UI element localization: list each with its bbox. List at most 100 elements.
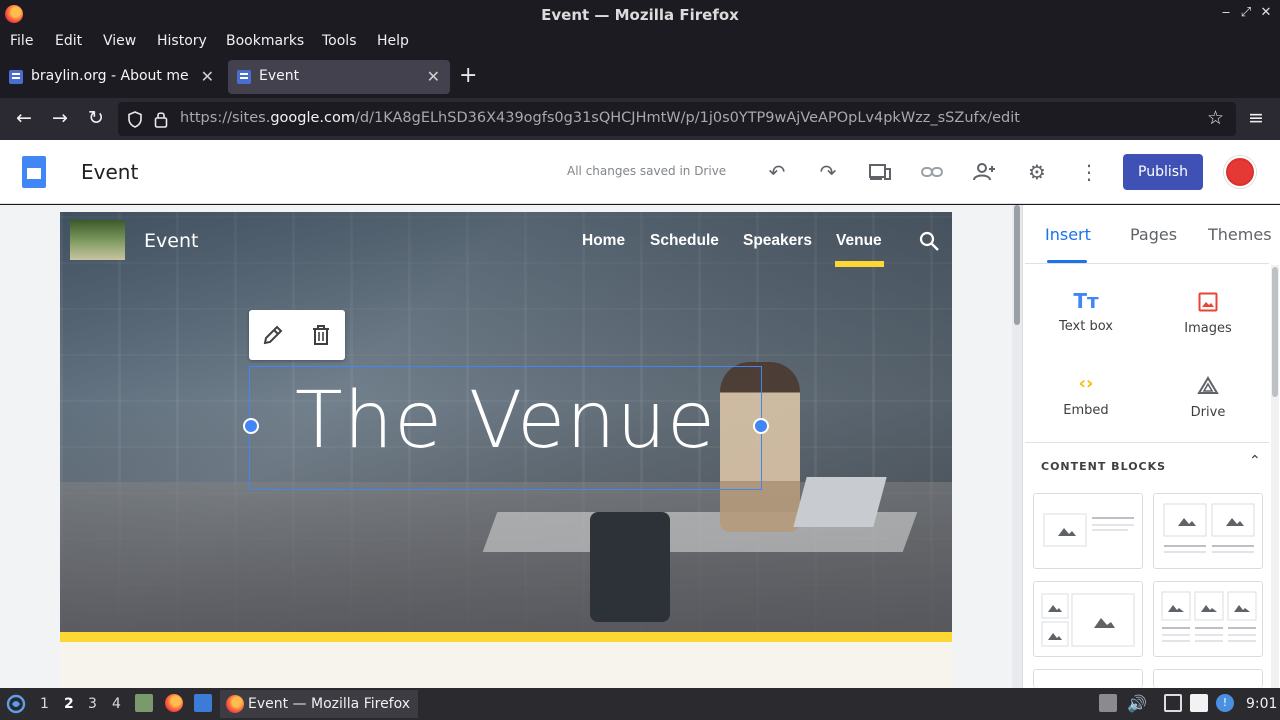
menu-edit[interactable]: Edit <box>55 33 82 49</box>
text-edit-toolbar <box>249 310 345 360</box>
insert-embed[interactable]: ‹› Embed <box>1036 373 1136 418</box>
panel-scrollbar[interactable] <box>1271 265 1279 688</box>
google-sites-logo-icon[interactable] <box>22 156 46 188</box>
content-section[interactable] <box>60 642 952 688</box>
reload-icon[interactable]: ↻ <box>84 107 108 129</box>
menu-history[interactable]: History <box>157 33 207 49</box>
menu-tools[interactable]: Tools <box>322 33 357 49</box>
insert-drive[interactable]: Drive <box>1158 373 1258 420</box>
url-bar[interactable]: https://sites.google.com/d/1KA8gELhSD36X… <box>118 102 1236 136</box>
edit-pencil-icon[interactable] <box>261 323 285 347</box>
content-block-option[interactable] <box>1153 669 1263 688</box>
notification-icon[interactable]: ! <box>1216 694 1234 712</box>
active-nav-indicator <box>835 261 884 267</box>
content-block-option[interactable] <box>1153 581 1263 657</box>
insert-embed-label: Embed <box>1063 403 1109 418</box>
restore-icon[interactable]: ⤢ <box>1238 5 1254 20</box>
insert-text-box-label: Text box <box>1059 319 1113 334</box>
hero-laptop-decoration <box>793 477 887 527</box>
site-name[interactable]: Event <box>144 230 198 252</box>
resize-handle-left[interactable] <box>243 418 259 434</box>
content-blocks-heading: CONTENT BLOCKS <box>1041 460 1167 473</box>
undo-icon[interactable]: ↶ <box>765 160 789 184</box>
bookmark-star-icon[interactable]: ☆ <box>1207 107 1224 129</box>
navigation-bar: ← → ↻ https://sites.google.com/d/1KA8gEL… <box>0 98 1280 140</box>
content-block-option[interactable] <box>1153 493 1263 569</box>
new-tab-icon[interactable]: + <box>459 63 477 88</box>
block-layout-icon <box>1041 593 1135 647</box>
tab-event[interactable]: Event ✕ <box>228 60 450 94</box>
text-box-icon: Tт <box>1073 289 1099 313</box>
block-layout-icon <box>1043 513 1134 547</box>
display-tray-icon[interactable] <box>1164 694 1182 712</box>
insert-images[interactable]: Images <box>1158 289 1258 336</box>
content-block-option[interactable] <box>1033 493 1143 569</box>
canvas-scrollbar-thumb[interactable] <box>1014 205 1020 325</box>
volume-icon[interactable]: 🔊 <box>1127 694 1147 713</box>
delete-trash-icon[interactable] <box>309 323 333 347</box>
search-icon[interactable] <box>918 230 940 252</box>
site-nav-schedule[interactable]: Schedule <box>650 232 719 250</box>
document-title[interactable]: Event <box>81 160 138 184</box>
insert-drive-label: Drive <box>1190 405 1226 420</box>
lock-icon[interactable] <box>154 110 168 128</box>
publish-button[interactable]: Publish <box>1123 154 1203 190</box>
clipboard-tray-icon[interactable] <box>1190 694 1208 712</box>
start-menu-icon[interactable] <box>6 694 26 714</box>
site-logo-image[interactable] <box>70 220 125 260</box>
url-text: https://sites.google.com/d/1KA8gELhSD36X… <box>180 110 1020 126</box>
more-vert-icon[interactable]: ⋮ <box>1077 160 1101 184</box>
back-icon[interactable]: ← <box>12 107 36 129</box>
insert-text-box[interactable]: Tт Text box <box>1036 289 1136 334</box>
hamburger-menu-icon[interactable]: ≡ <box>1244 107 1268 129</box>
share-add-person-icon[interactable] <box>972 160 996 184</box>
menu-help[interactable]: Help <box>377 33 409 49</box>
workspace-1[interactable]: 1 <box>40 696 49 712</box>
hero-title[interactable]: The Venue <box>249 376 762 466</box>
link-icon[interactable] <box>920 160 944 184</box>
embed-icon: ‹› <box>1078 373 1094 394</box>
block-layout-icon <box>1163 503 1255 553</box>
tab-pages[interactable]: Pages <box>1130 225 1177 244</box>
content-block-option[interactable] <box>1033 669 1143 688</box>
firefox-launcher-icon[interactable] <box>165 694 183 712</box>
site-nav-speakers[interactable]: Speakers <box>743 232 812 250</box>
menu-file[interactable]: File <box>10 33 33 49</box>
close-tab-icon[interactable]: ✕ <box>201 67 214 86</box>
menu-view[interactable]: View <box>103 33 136 49</box>
tab-themes[interactable]: Themes <box>1208 225 1272 244</box>
panel-scrollbar-thumb[interactable] <box>1272 267 1278 397</box>
shield-icon[interactable] <box>127 111 143 128</box>
menu-bookmarks[interactable]: Bookmarks <box>226 33 304 49</box>
close-window-icon[interactable]: ✕ <box>1258 5 1274 20</box>
workspace-2[interactable]: 2 <box>64 696 74 712</box>
clock: 9:01 <box>1246 696 1278 712</box>
settings-gear-icon[interactable]: ⚙ <box>1025 160 1049 184</box>
resize-handle-right[interactable] <box>753 418 769 434</box>
drive-icon <box>1197 376 1219 394</box>
file-manager-icon[interactable] <box>135 694 153 712</box>
workspace-3[interactable]: 3 <box>88 696 97 712</box>
site-nav-home[interactable]: Home <box>582 232 625 250</box>
tab-braylin[interactable]: braylin.org - About me ✕ <box>0 60 224 94</box>
taskbar-app-firefox[interactable]: Event — Mozilla Firefox <box>220 690 418 718</box>
panel-divider <box>1025 263 1269 264</box>
close-tab-icon[interactable]: ✕ <box>427 67 440 86</box>
tab-insert[interactable]: Insert <box>1045 225 1091 244</box>
content-block-option[interactable] <box>1033 581 1143 657</box>
hero-section[interactable]: Event Home Schedule Speakers Venue The V… <box>60 212 952 632</box>
redo-icon[interactable]: ↷ <box>816 160 840 184</box>
terminal-icon[interactable] <box>194 694 212 712</box>
workspace-4[interactable]: 4 <box>112 696 121 712</box>
preview-devices-icon[interactable] <box>868 160 892 184</box>
update-tray-icon[interactable] <box>1099 694 1117 712</box>
chevron-up-icon[interactable]: ⌃ <box>1249 453 1261 469</box>
account-avatar[interactable] <box>1224 156 1256 188</box>
minimize-icon[interactable]: ‒ <box>1218 5 1234 20</box>
insert-images-label: Images <box>1184 321 1232 336</box>
panel-divider <box>1025 442 1269 443</box>
window-titlebar: Event — Mozilla Firefox ‒ ⤢ ✕ <box>0 0 1280 30</box>
site-nav-venue[interactable]: Venue <box>836 232 882 250</box>
canvas-scrollbar[interactable] <box>1012 205 1022 688</box>
forward-icon[interactable]: → <box>48 107 72 129</box>
